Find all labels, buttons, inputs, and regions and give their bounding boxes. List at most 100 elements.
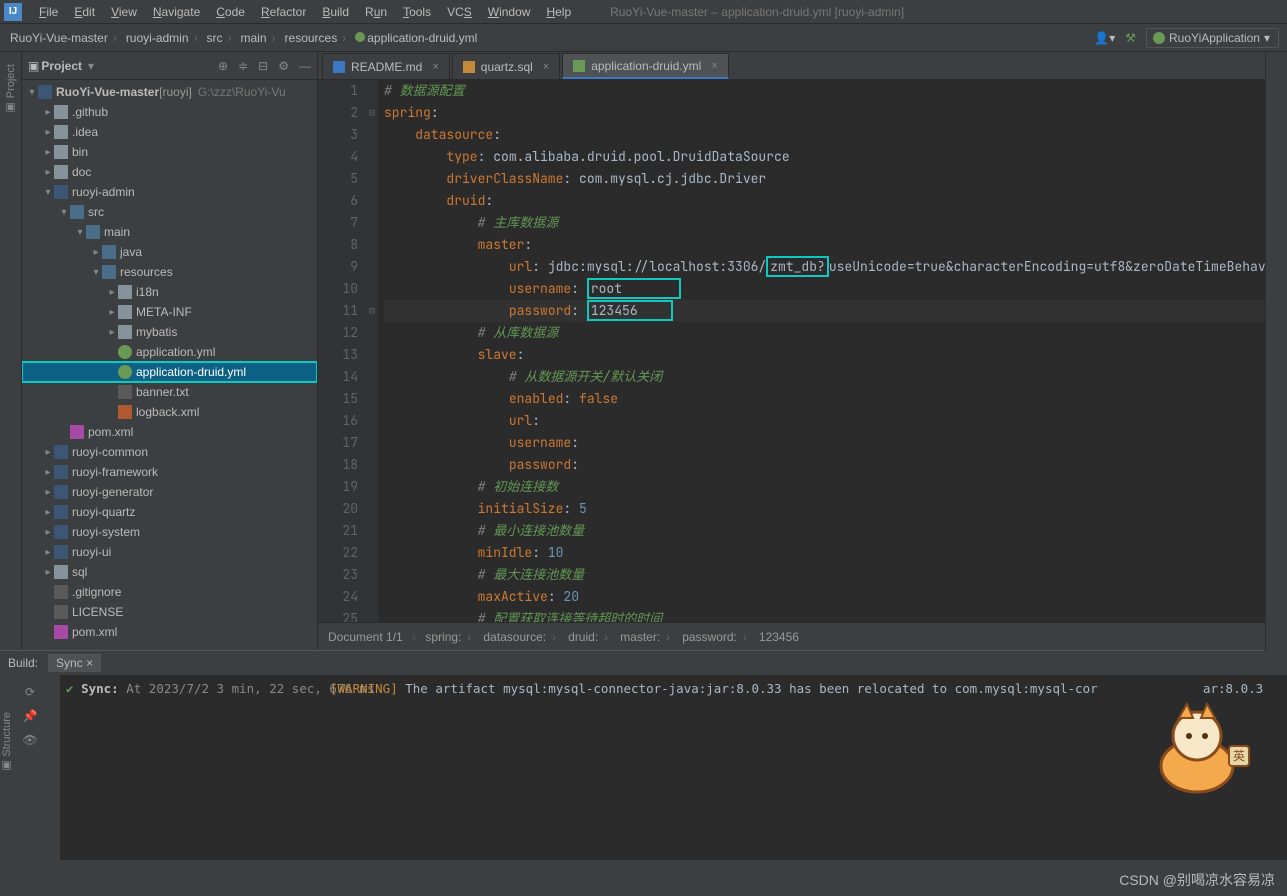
tree-row[interactable]: ▾ruoyi-admin bbox=[22, 182, 317, 202]
tree-row[interactable]: ▾main bbox=[22, 222, 317, 242]
crumb[interactable]: password: bbox=[682, 630, 753, 644]
spring-leaf-icon bbox=[1153, 32, 1165, 44]
project-panel-title: Project bbox=[41, 59, 82, 73]
tree-row[interactable]: ▸java bbox=[22, 242, 317, 262]
reload-icon[interactable]: ⟳ bbox=[25, 685, 35, 699]
build-hammer-icon[interactable]: ⚒ bbox=[1125, 31, 1136, 45]
watermark-text: CSDN @别喝凉水容易凉 bbox=[1119, 870, 1275, 890]
pin-icon[interactable]: 📌 bbox=[23, 709, 38, 723]
breadcrumb-item[interactable]: resources bbox=[283, 31, 354, 45]
tree-row[interactable]: ▸ruoyi-framework bbox=[22, 462, 317, 482]
breadcrumb-item[interactable]: application-druid.yml bbox=[353, 31, 479, 45]
svg-text:英: 英 bbox=[1233, 749, 1245, 763]
breadcrumb-item[interactable]: main bbox=[239, 31, 283, 45]
crumb[interactable]: spring: bbox=[425, 630, 477, 644]
file-type-icon bbox=[573, 60, 585, 72]
settings-icon[interactable]: ⚙ bbox=[278, 59, 289, 73]
crumb[interactable]: 123456 bbox=[759, 630, 799, 644]
code-content[interactable]: # 数据源配置 spring: datasource: type: com.al… bbox=[378, 80, 1287, 622]
tree-row[interactable]: ▸doc bbox=[22, 162, 317, 182]
tree-row[interactable]: ▸bin bbox=[22, 142, 317, 162]
project-view-icon: ▣ bbox=[28, 59, 39, 73]
project-tree[interactable]: ▾RuoYi-Vue-master [ruoyi]G:\zzz\RuoYi-Vu… bbox=[22, 80, 317, 650]
project-panel-header: ▣ Project ▾ ⊕ ≑ ⊟ ⚙ — bbox=[22, 52, 317, 80]
eye-icon[interactable]: 👁 bbox=[22, 733, 37, 747]
menu-help[interactable]: Help bbox=[539, 3, 578, 21]
tree-row[interactable]: .gitignore bbox=[22, 582, 317, 602]
tree-row[interactable]: ▸ruoyi-system bbox=[22, 522, 317, 542]
close-icon[interactable]: × bbox=[432, 61, 438, 73]
crumb[interactable]: datasource: bbox=[483, 630, 562, 644]
sync-tab[interactable]: Sync × bbox=[48, 654, 101, 672]
project-tool-window: ▣ Project ▾ ⊕ ≑ ⊟ ⚙ — ▾RuoYi-Vue-master … bbox=[22, 52, 318, 650]
menu-build[interactable]: Build bbox=[315, 3, 356, 21]
close-icon[interactable]: × bbox=[543, 61, 549, 73]
menu-tools[interactable]: Tools bbox=[396, 3, 438, 21]
build-label: Build: bbox=[8, 656, 38, 670]
left-tool-strip: ▣ Project bbox=[0, 52, 22, 650]
window-title: RuoYi-Vue-master – application-druid.yml… bbox=[610, 5, 904, 19]
close-icon[interactable]: × bbox=[711, 60, 717, 72]
tree-row[interactable]: ▾resources bbox=[22, 262, 317, 282]
tree-row[interactable]: ▸sql bbox=[22, 562, 317, 582]
menu-refactor[interactable]: Refactor bbox=[254, 3, 313, 21]
tree-row[interactable]: ▸META-INF bbox=[22, 302, 317, 322]
menu-vcs[interactable]: VCS bbox=[440, 3, 479, 21]
tree-row[interactable]: ▸.github bbox=[22, 102, 317, 122]
tree-row[interactable]: pom.xml bbox=[22, 622, 317, 642]
build-output[interactable]: ✔ Sync: At 2023/7/2 3 min, 22 sec, 676 m… bbox=[60, 675, 1287, 860]
menu-run[interactable]: Run bbox=[358, 3, 394, 21]
tree-row[interactable]: ▸.idea bbox=[22, 122, 317, 142]
crumb[interactable]: master: bbox=[620, 630, 676, 644]
tree-row[interactable]: LICENSE bbox=[22, 602, 317, 622]
menubar: IJ File Edit View Navigate Code Refactor… bbox=[0, 0, 1287, 24]
tree-row[interactable]: ▸ruoyi-ui bbox=[22, 542, 317, 562]
chevron-down-icon: ▾ bbox=[1264, 31, 1270, 45]
breadcrumb-item[interactable]: ruoyi-admin bbox=[124, 31, 205, 45]
project-tool-button[interactable]: ▣ Project bbox=[4, 58, 17, 120]
tree-row[interactable]: banner.txt bbox=[22, 382, 317, 402]
editor-area: README.md×quartz.sql×application-druid.y… bbox=[318, 52, 1287, 650]
user-icon[interactable]: 👤▾ bbox=[1094, 31, 1115, 45]
chevron-down-icon[interactable]: ▾ bbox=[88, 59, 94, 73]
menu-navigate[interactable]: Navigate bbox=[146, 3, 207, 21]
structure-tool-button[interactable]: ▣ Structure bbox=[0, 712, 22, 892]
collapse-all-icon[interactable]: ⊟ bbox=[258, 59, 268, 73]
expand-all-icon[interactable]: ≑ bbox=[238, 59, 248, 73]
hide-icon[interactable]: — bbox=[299, 59, 311, 73]
breadcrumb-item[interactable]: src bbox=[205, 31, 239, 45]
menu-file[interactable]: File bbox=[32, 3, 65, 21]
menu-edit[interactable]: Edit bbox=[67, 3, 102, 21]
file-type-icon bbox=[333, 61, 345, 73]
tree-row[interactable]: ▸mybatis bbox=[22, 322, 317, 342]
check-icon: ✔ bbox=[66, 681, 74, 696]
tree-row[interactable]: ▸ruoyi-common bbox=[22, 442, 317, 462]
editor-tab[interactable]: quartz.sql× bbox=[452, 53, 560, 79]
editor-tab[interactable]: application-druid.yml× bbox=[562, 53, 729, 79]
run-configuration-selector[interactable]: RuoYiApplication ▾ bbox=[1146, 28, 1279, 48]
tree-row[interactable]: ▾src bbox=[22, 202, 317, 222]
tree-row[interactable]: ▸ruoyi-generator bbox=[22, 482, 317, 502]
right-tool-strip bbox=[1265, 52, 1287, 652]
fold-gutter[interactable]: ⊟⊟ bbox=[366, 80, 378, 622]
menu-window[interactable]: Window bbox=[481, 3, 538, 21]
file-type-icon bbox=[463, 61, 475, 73]
menu-view[interactable]: View bbox=[104, 3, 144, 21]
toolbar-right: 👤▾ ⚒ RuoYiApplication ▾ bbox=[1094, 28, 1279, 48]
menu-code[interactable]: Code bbox=[209, 3, 252, 21]
build-panel-header: Build: Sync × bbox=[0, 651, 1287, 675]
editor-breadcrumbs-bar: Document 1/1 › spring: datasource: druid… bbox=[318, 622, 1287, 650]
tree-row[interactable]: ▸i18n bbox=[22, 282, 317, 302]
select-opened-icon[interactable]: ⊕ bbox=[218, 59, 228, 73]
editor-tab[interactable]: README.md× bbox=[322, 53, 450, 79]
lucky-cat-icon: 英 bbox=[1137, 696, 1257, 796]
tree-row[interactable]: logback.xml bbox=[22, 402, 317, 422]
breadcrumb-item[interactable]: RuoYi-Vue-master bbox=[8, 31, 124, 45]
tree-row-selected[interactable]: application-druid.yml bbox=[22, 362, 317, 382]
tree-row[interactable]: pom.xml bbox=[22, 422, 317, 442]
code-editor[interactable]: 1234567891011121314151617181920212223242… bbox=[318, 80, 1287, 622]
tree-row[interactable]: ▾RuoYi-Vue-master [ruoyi]G:\zzz\RuoYi-Vu bbox=[22, 82, 317, 102]
tree-row[interactable]: ▸ruoyi-quartz bbox=[22, 502, 317, 522]
crumb[interactable]: druid: bbox=[568, 630, 614, 644]
tree-row[interactable]: application.yml bbox=[22, 342, 317, 362]
